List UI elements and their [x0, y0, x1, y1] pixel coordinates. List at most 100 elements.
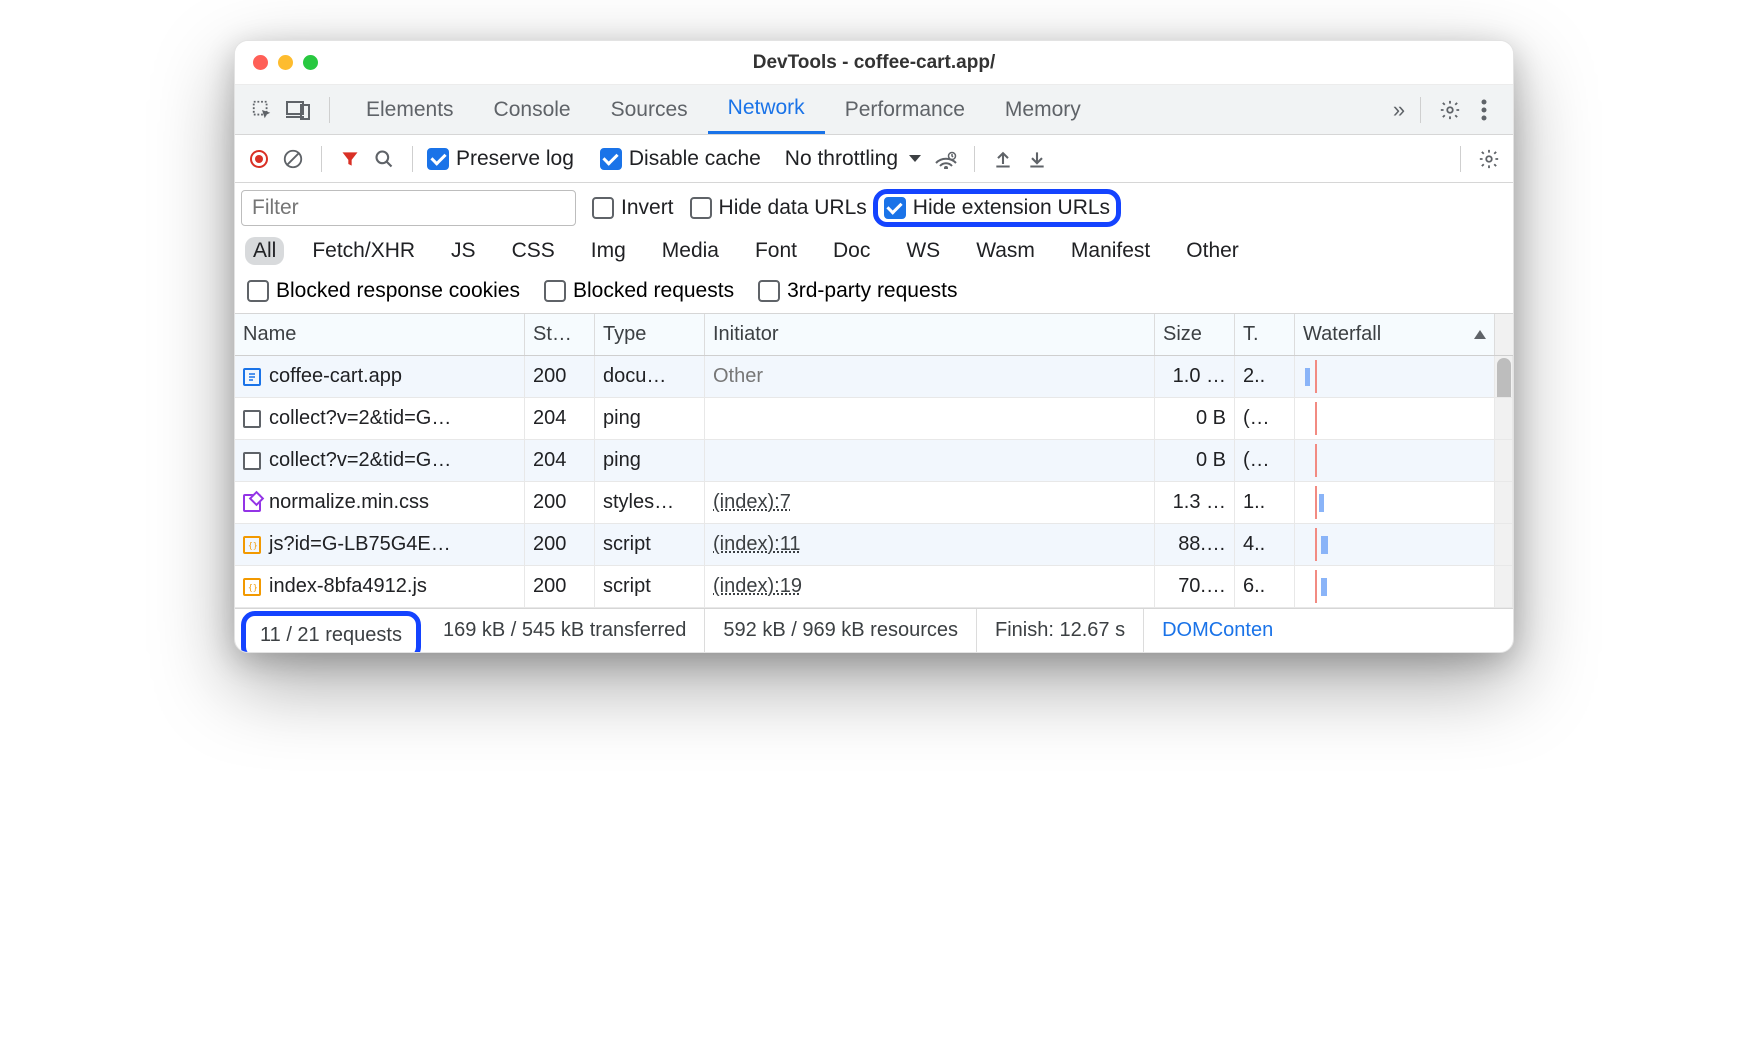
- kebab-menu-icon[interactable]: [1471, 97, 1497, 123]
- col-name[interactable]: Name: [235, 314, 525, 355]
- requests-table: Name St… Type Initiator Size T. Waterfal…: [235, 314, 1513, 608]
- cell-size: 70.…: [1155, 566, 1235, 607]
- hide-data-urls-checkbox[interactable]: Hide data URLs: [690, 196, 867, 220]
- clear-button[interactable]: [279, 145, 307, 173]
- network-conditions-icon[interactable]: [932, 145, 960, 173]
- scrollbar-track[interactable]: [1495, 356, 1513, 397]
- scrollbar-track[interactable]: [1495, 398, 1513, 439]
- cell-initiator: [705, 398, 1155, 439]
- col-waterfall[interactable]: Waterfall: [1295, 314, 1495, 355]
- divider: [974, 146, 975, 172]
- invert-label: Invert: [621, 196, 674, 220]
- cell-type: styles…: [595, 482, 705, 523]
- scrollbar-thumb[interactable]: [1497, 358, 1511, 397]
- transferred-size: 169 kB / 545 kB transferred: [425, 609, 705, 652]
- type-filter-ws[interactable]: WS: [898, 237, 948, 265]
- network-toolbar: Preserve log Disable cache No throttling: [235, 135, 1513, 183]
- initiator-link[interactable]: (index):11: [713, 533, 800, 556]
- type-filter-css[interactable]: CSS: [504, 237, 563, 265]
- table-row[interactable]: normalize.min.css200styles…(index):71.3 …: [235, 482, 1513, 524]
- request-name: normalize.min.css: [269, 491, 429, 514]
- col-status[interactable]: St…: [525, 314, 595, 355]
- col-type[interactable]: Type: [595, 314, 705, 355]
- table-row[interactable]: {}js?id=G-LB75G4E…200script(index):1188.…: [235, 524, 1513, 566]
- request-name: js?id=G-LB75G4E…: [269, 533, 451, 556]
- table-row[interactable]: coffee-cart.app200docu…Other1.0 …2..: [235, 356, 1513, 398]
- divider: [1420, 97, 1421, 123]
- type-filter-media[interactable]: Media: [654, 237, 727, 265]
- filter-icon[interactable]: [336, 145, 364, 173]
- cell-type: script: [595, 524, 705, 565]
- cell-size: 0 B: [1155, 398, 1235, 439]
- tab-elements[interactable]: Elements: [346, 85, 474, 134]
- device-toolbar-icon[interactable]: [285, 97, 311, 123]
- js-file-icon: {}: [243, 536, 261, 554]
- search-icon[interactable]: [370, 145, 398, 173]
- resources-size: 592 kB / 969 kB resources: [705, 609, 977, 652]
- requests-count: 11 / 21 requests: [241, 611, 421, 654]
- throttling-select[interactable]: No throttling: [781, 145, 926, 173]
- tab-console[interactable]: Console: [474, 85, 591, 134]
- domcontentloaded-link[interactable]: DOMConten: [1144, 609, 1291, 652]
- tab-memory[interactable]: Memory: [985, 85, 1101, 134]
- checkbox-icon: [884, 197, 906, 219]
- scrollbar-track[interactable]: [1495, 314, 1513, 355]
- tab-performance[interactable]: Performance: [825, 85, 985, 134]
- cell-status: 200: [525, 356, 595, 397]
- cell-time: 2..: [1235, 356, 1295, 397]
- checkbox-icon: [690, 197, 712, 219]
- divider: [412, 146, 413, 172]
- table-row[interactable]: collect?v=2&tid=G…204ping0 B(…: [235, 398, 1513, 440]
- disable-cache-checkbox[interactable]: Disable cache: [600, 147, 761, 171]
- preserve-log-checkbox[interactable]: Preserve log: [427, 147, 574, 171]
- cell-waterfall: [1295, 398, 1495, 439]
- type-filter-doc[interactable]: Doc: [825, 237, 878, 265]
- col-size[interactable]: Size: [1155, 314, 1235, 355]
- table-row[interactable]: collect?v=2&tid=G…204ping0 B(…: [235, 440, 1513, 482]
- initiator-link[interactable]: (index):19: [713, 575, 802, 598]
- cell-status: 204: [525, 398, 595, 439]
- scrollbar-track[interactable]: [1495, 566, 1513, 607]
- type-filter-js[interactable]: JS: [443, 237, 484, 265]
- type-filter-wasm[interactable]: Wasm: [968, 237, 1043, 265]
- col-initiator[interactable]: Initiator: [705, 314, 1155, 355]
- window-title: DevTools - coffee-cart.app/: [235, 52, 1513, 74]
- type-filter-other[interactable]: Other: [1178, 237, 1247, 265]
- cell-time: (…: [1235, 398, 1295, 439]
- hide-extension-urls-checkbox[interactable]: Hide extension URLs: [873, 189, 1121, 227]
- filter-row: Invert Hide data URLs Hide extension URL…: [235, 183, 1513, 233]
- request-name: coffee-cart.app: [269, 365, 402, 388]
- initiator-link[interactable]: (index):7: [713, 491, 791, 514]
- tab-sources[interactable]: Sources: [591, 85, 708, 134]
- table-row[interactable]: {}index-8bfa4912.js200script(index):1970…: [235, 566, 1513, 608]
- scrollbar-track[interactable]: [1495, 524, 1513, 565]
- scrollbar-track[interactable]: [1495, 482, 1513, 523]
- invert-checkbox[interactable]: Invert: [592, 196, 674, 220]
- type-filter-img[interactable]: Img: [583, 237, 634, 265]
- blocked-requests-label: Blocked requests: [573, 279, 734, 303]
- network-settings-icon[interactable]: [1475, 145, 1503, 173]
- blocked-requests-checkbox[interactable]: Blocked requests: [544, 279, 734, 303]
- type-filter-all[interactable]: All: [245, 237, 284, 265]
- cell-waterfall: [1295, 524, 1495, 565]
- more-tabs-button[interactable]: »: [1386, 97, 1412, 123]
- inspect-element-icon[interactable]: [249, 97, 275, 123]
- upload-har-icon[interactable]: [989, 145, 1017, 173]
- settings-icon[interactable]: [1437, 97, 1463, 123]
- type-filter-font[interactable]: Font: [747, 237, 805, 265]
- third-party-checkbox[interactable]: 3rd-party requests: [758, 279, 957, 303]
- request-name: collect?v=2&tid=G…: [269, 407, 451, 430]
- scrollbar-track[interactable]: [1495, 440, 1513, 481]
- download-har-icon[interactable]: [1023, 145, 1051, 173]
- checkbox-icon: [592, 197, 614, 219]
- filter-input[interactable]: [241, 190, 576, 226]
- tab-network[interactable]: Network: [708, 85, 825, 134]
- col-time[interactable]: T.: [1235, 314, 1295, 355]
- cell-type: script: [595, 566, 705, 607]
- cell-status: 200: [525, 482, 595, 523]
- blocked-response-cookies-checkbox[interactable]: Blocked response cookies: [247, 279, 520, 303]
- record-button[interactable]: [245, 145, 273, 173]
- titlebar: DevTools - coffee-cart.app/: [235, 41, 1513, 85]
- type-filter-fetch-xhr[interactable]: Fetch/XHR: [304, 237, 423, 265]
- type-filter-manifest[interactable]: Manifest: [1063, 237, 1158, 265]
